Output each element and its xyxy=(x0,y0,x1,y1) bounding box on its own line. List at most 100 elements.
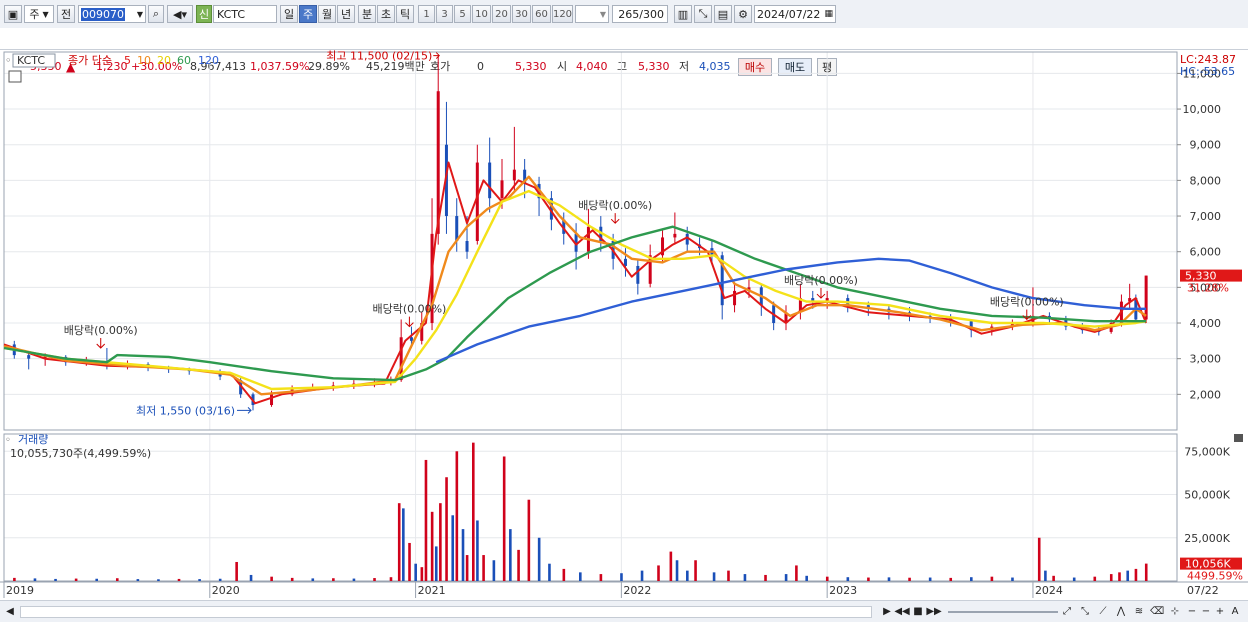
volume-bar xyxy=(548,563,551,581)
zoom-range-icon[interactable]: − xyxy=(1200,604,1212,618)
crosshair-icon[interactable]: ⤡ xyxy=(694,5,712,23)
volume-bar xyxy=(430,511,434,581)
chart-menu-icon[interactable]: ▣ xyxy=(4,5,22,23)
scroll-left-icon[interactable]: ◀ xyxy=(4,604,16,618)
stock-code-input[interactable]: 009070 ▼ xyxy=(78,5,146,23)
time-tick-label: 2023 xyxy=(829,584,857,597)
volume-bar xyxy=(795,565,798,581)
zoom-track[interactable] xyxy=(948,611,1058,613)
interval-10-button[interactable]: 10 xyxy=(472,5,491,23)
volume-bar xyxy=(414,563,417,581)
annotation-high: 최고 11,500 (02/15) xyxy=(326,50,432,63)
last-volume-percent: 4499.59% xyxy=(1187,570,1243,583)
volume-bar xyxy=(764,574,767,581)
volume-bar xyxy=(727,570,730,581)
trend-tool-icon[interactable]: ⋀ xyxy=(1114,604,1128,618)
volume-bar xyxy=(509,529,512,581)
interval-60-button[interactable]: 60 xyxy=(532,5,551,23)
table-icon[interactable] xyxy=(8,70,22,83)
scroll-bar: ◀ ▶ ◀◀ ■ ▶▶ ⤢ ⤡ ⟋ ⋀ ≋ ⌫ ⊹ − − + A xyxy=(0,600,1248,622)
candle-type-icon[interactable]: ▥ xyxy=(674,5,692,23)
tab-tick[interactable]: 틱 xyxy=(396,5,414,23)
volume-bar xyxy=(990,576,994,581)
tab-year[interactable]: 년 xyxy=(337,5,355,23)
volume-bar xyxy=(95,578,99,581)
fast-forward-icon[interactable]: ▶▶ xyxy=(926,604,941,618)
arrow-right-icon xyxy=(237,407,252,414)
date-value: 2024/07/22 xyxy=(757,7,821,21)
interval-30-button[interactable]: 30 xyxy=(512,5,531,23)
tab-day[interactable]: 일 xyxy=(280,5,298,23)
volume-bar xyxy=(476,520,479,581)
volume-bar xyxy=(675,560,679,581)
fib-tool-icon[interactable]: ≋ xyxy=(1132,604,1146,618)
pan-icon[interactable]: ⊹ xyxy=(1168,604,1182,618)
legend-ma120: 120 xyxy=(198,54,219,67)
rewind-icon[interactable]: ◀◀ xyxy=(894,604,909,618)
ma-line-20 xyxy=(3,189,1147,391)
period-type-value: 주 xyxy=(29,8,40,21)
volume-toggle-icon[interactable]: ◦ xyxy=(5,435,11,446)
period-type-select[interactable]: 주 ▼ xyxy=(24,5,54,23)
interval-1-button[interactable]: 1 xyxy=(418,5,435,23)
price-tick-label: 10,000 xyxy=(1183,103,1222,116)
volume-bar xyxy=(640,570,644,581)
save-icon[interactable]: ▤ xyxy=(714,5,732,23)
interval-3-button[interactable]: 3 xyxy=(436,5,453,23)
interval-120-button[interactable]: 120 xyxy=(552,5,573,23)
scroll-right-icon[interactable]: ▶ xyxy=(880,604,894,618)
volume-bar xyxy=(402,508,405,581)
volume-bar xyxy=(408,542,411,581)
volume-bar xyxy=(249,574,253,581)
legend-toggle-icon[interactable]: ◦ xyxy=(5,54,12,67)
volume-bar xyxy=(445,477,448,581)
tab-month[interactable]: 월 xyxy=(318,5,336,23)
zoom-out-icon[interactable]: − xyxy=(1186,604,1198,618)
volume-bar xyxy=(599,574,603,581)
crosshair-tool-icon[interactable]: ⤡ xyxy=(1078,604,1092,618)
volume-bar xyxy=(527,499,531,581)
volume-bar xyxy=(115,578,119,581)
count-field[interactable]: 265/300 xyxy=(612,5,668,23)
speaker-icon[interactable]: ◀▾ xyxy=(167,5,193,23)
volume-grid xyxy=(3,434,1177,581)
candle-body xyxy=(465,241,469,252)
calendar-icon: ▦ xyxy=(824,9,833,19)
price-tick-label: 3,000 xyxy=(1190,353,1222,366)
date-field[interactable]: 2024/07/22 ▦ xyxy=(754,5,836,23)
interval-dropdown[interactable]: ▼ xyxy=(575,5,609,23)
fit-icon[interactable]: ⤢ xyxy=(1060,604,1074,618)
volume-bar xyxy=(420,567,424,581)
interval-5-button[interactable]: 5 xyxy=(454,5,471,23)
volume-bar xyxy=(1109,574,1113,581)
prev-button[interactable]: 전 xyxy=(57,5,75,23)
time-tick-label: 2021 xyxy=(418,584,446,597)
price-chart[interactable]: 최고 11,500 (02/15) 최저 1,550 (03/16) 배당락(0.0… xyxy=(0,50,1248,600)
stock-name-field[interactable]: KCTC xyxy=(213,5,277,23)
volume-bar xyxy=(311,578,315,581)
interval-20-button[interactable]: 20 xyxy=(492,5,511,23)
volume-value-label: 10,055,730주(4,499.59%) xyxy=(10,447,151,460)
auto-scale-icon[interactable]: A xyxy=(1229,604,1241,618)
stop-icon[interactable]: ■ xyxy=(912,604,924,618)
scroll-track[interactable] xyxy=(20,606,872,618)
eraser-icon[interactable]: ⌫ xyxy=(1150,604,1164,618)
close-panel-icon[interactable] xyxy=(1234,434,1243,442)
candle-body xyxy=(488,162,492,199)
volume-bar xyxy=(537,537,541,581)
gear-icon[interactable]: ⚙ xyxy=(734,5,752,23)
line-tool-icon[interactable]: ⟋ xyxy=(1096,604,1110,618)
volume-bar xyxy=(743,574,747,581)
zoom-in-icon[interactable]: + xyxy=(1214,604,1226,618)
volume-bar xyxy=(54,578,57,581)
tab-second[interactable]: 초 xyxy=(377,5,395,23)
volume-bar xyxy=(434,546,438,581)
arrow-down-icon xyxy=(816,288,826,299)
chevron-down-icon: ▼ xyxy=(42,9,49,19)
tab-minute[interactable]: 분 xyxy=(358,5,376,23)
volume-bar xyxy=(805,575,808,581)
search-icon[interactable]: ⌕ xyxy=(148,5,164,23)
tab-week[interactable]: 주 xyxy=(299,5,317,23)
volume-bar xyxy=(461,529,465,581)
volume-bar xyxy=(1144,563,1148,581)
